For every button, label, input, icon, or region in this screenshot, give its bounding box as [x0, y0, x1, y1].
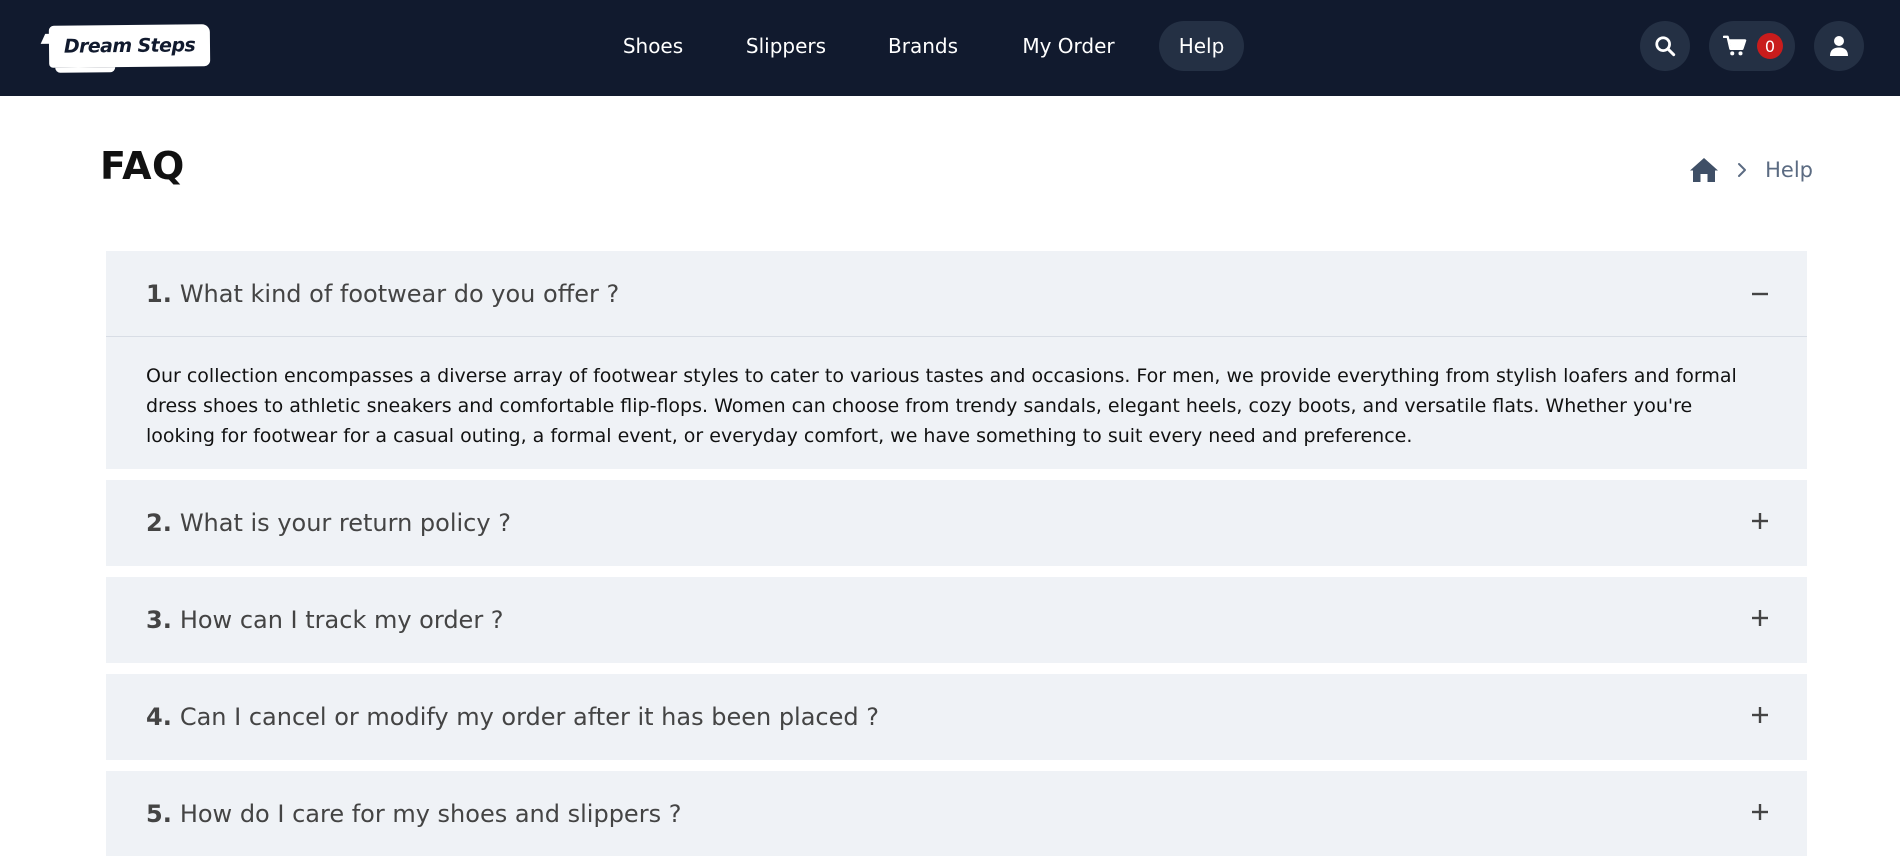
user-icon [1830, 36, 1848, 56]
nav-shoes[interactable]: Shoes [609, 21, 697, 71]
minus-icon[interactable] [1749, 283, 1771, 305]
nav-brands[interactable]: Brands [874, 21, 972, 71]
page-title: FAQ [100, 144, 185, 188]
faq-number: 5. [146, 799, 172, 828]
search-icon [1655, 36, 1676, 57]
nav-label: Slippers [745, 34, 827, 58]
faq-item-4: 4. Can I cancel or modify my order after… [106, 674, 1807, 760]
faq-number: 3. [146, 606, 172, 634]
faq-question-text: How do I care for my shoes and slippers … [179, 799, 682, 828]
faq-item-1: 1. What kind of footwear do you offer ? … [106, 251, 1807, 469]
faq-question-text: What kind of footwear do you offer ? [179, 279, 620, 308]
faq-question-text: How can I track my order ? [179, 606, 504, 634]
faq-question-text: Can I cancel or modify my order after it… [179, 703, 879, 731]
search-button[interactable] [1640, 21, 1690, 71]
home-icon [1690, 158, 1719, 182]
faq-number: 1. [146, 279, 172, 308]
plus-icon[interactable] [1749, 510, 1771, 532]
faq-question-text: What is your return policy ? [179, 509, 511, 537]
faq-answer-1: Our collection encompasses a diverse arr… [146, 365, 1737, 447]
plus-icon[interactable] [1749, 704, 1771, 726]
nav-label: Shoes [622, 34, 684, 58]
breadcrumb-current: Help [1765, 158, 1813, 182]
faq-item-3: 3. How can I track my order ? [106, 577, 1807, 663]
brand-logo[interactable]: Dream Steps [48, 24, 211, 68]
faq-number: 2. [146, 509, 172, 537]
faq-question-3[interactable]: 3. How can I track my order ? [106, 577, 1807, 663]
cart-count-badge: 0 [1757, 33, 1783, 59]
chevron-right-icon [1729, 155, 1755, 185]
breadcrumb: Help [1689, 152, 1813, 188]
faq-question-4[interactable]: 4. Can I cancel or modify my order after… [106, 674, 1807, 760]
faq-item-2: 2. What is your return policy ? [106, 480, 1807, 566]
nav-label: Brands [888, 34, 958, 58]
faq-question-2[interactable]: 2. What is your return policy ? [106, 480, 1807, 566]
nav-label: My Order [1022, 34, 1115, 58]
plus-icon[interactable] [1749, 607, 1771, 629]
nav-help[interactable]: Help [1159, 21, 1244, 71]
faq-item-5: 5. How do I care for my shoes and slippe… [106, 771, 1807, 856]
faq-question-5[interactable]: 5. How do I care for my shoes and slippe… [106, 771, 1807, 856]
top-navbar: Dream Steps Shoes Slippers Brands My Ord… [0, 0, 1900, 96]
breadcrumb-home-link[interactable] [1689, 155, 1719, 185]
user-account-button[interactable] [1814, 21, 1864, 71]
faq-number: 4. [146, 703, 172, 731]
faq-question-1[interactable]: 1. What kind of footwear do you offer ? [106, 251, 1807, 337]
nav-label: Help [1178, 34, 1225, 58]
brand-logo-text: Dream Steps [63, 34, 196, 58]
plus-icon[interactable] [1749, 801, 1771, 823]
nav-my-order[interactable]: My Order [1010, 21, 1127, 71]
cart-icon [1723, 35, 1747, 56]
cart-button[interactable]: 0 [1709, 21, 1795, 71]
nav-slippers[interactable]: Slippers [732, 21, 840, 71]
